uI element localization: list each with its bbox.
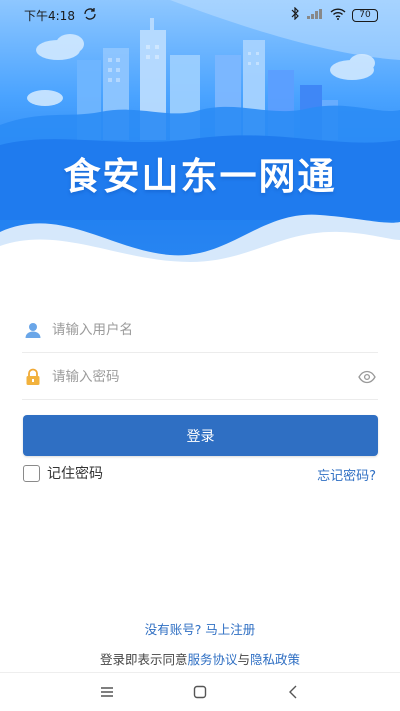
login-button[interactable]: 登录 [23, 415, 378, 456]
remember-label: 记住密码 [47, 466, 103, 482]
header-banner: 下午4:18 70 食安山东一网通 [0, 0, 400, 275]
eye-icon[interactable] [358, 368, 376, 386]
app-title: 食安山东一网通 [63, 155, 337, 198]
lock-icon [24, 368, 42, 386]
username-field [22, 307, 378, 353]
remember-checkbox[interactable] [23, 464, 40, 482]
back-icon[interactable] [281, 680, 305, 704]
privacy-policy-link[interactable]: 隐私政策 [250, 652, 300, 667]
status-bar: 下午4:18 70 [0, 0, 400, 30]
password-field [22, 354, 378, 400]
wifi-icon [330, 7, 346, 23]
register-link[interactable]: 没有账号? 马上注册 [0, 619, 400, 638]
city-skyline-illustration [0, 0, 400, 275]
forgot-password-link[interactable]: 忘记密码? [317, 465, 376, 484]
agreement-prefix: 登录即表示同意 [99, 652, 188, 667]
agreement-text: 登录即表示同意服务协议与隐私政策 [0, 649, 400, 668]
system-navigation-bar [0, 672, 400, 711]
remember-password[interactable]: 记住密码 [23, 463, 103, 483]
user-icon [24, 321, 42, 339]
battery-icon: 70 [352, 8, 378, 22]
status-time: 下午4:18 [24, 8, 75, 23]
sync-icon [83, 7, 97, 24]
service-agreement-link[interactable]: 服务协议 [187, 652, 237, 667]
username-input[interactable] [52, 321, 378, 338]
signal-icon [306, 8, 324, 23]
home-icon[interactable] [188, 680, 212, 704]
menu-icon[interactable] [95, 680, 119, 704]
agreement-conjunction: 与 [237, 652, 251, 667]
password-input[interactable] [52, 368, 358, 385]
battery-level: 70 [359, 9, 371, 20]
bluetooth-icon [290, 6, 300, 23]
